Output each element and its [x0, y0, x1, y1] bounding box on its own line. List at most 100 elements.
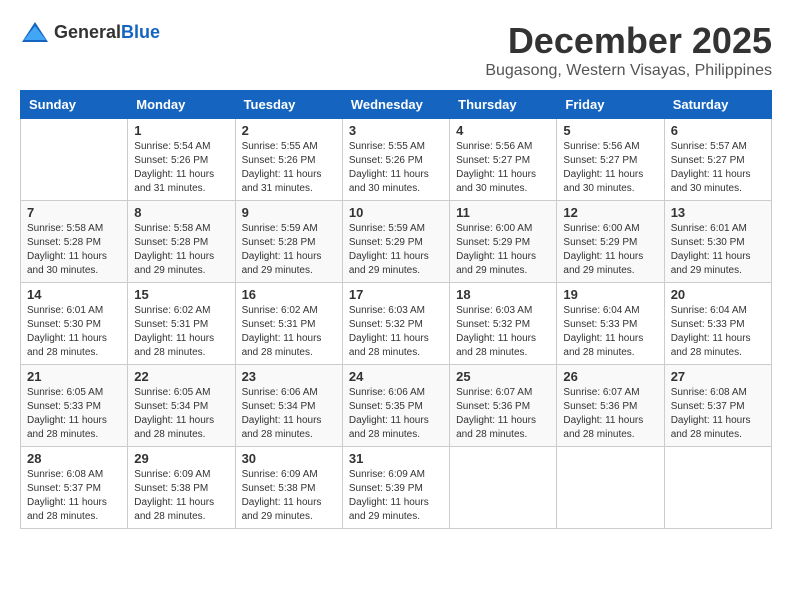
calendar-cell: 1Sunrise: 5:54 AM Sunset: 5:26 PM Daylig… [128, 119, 235, 201]
calendar-cell: 31 Sunrise: 6:09 AM Sunset: 5:39 PM Dayli… [342, 447, 449, 529]
day-info: Sunrise: 6:00 AM Sunset: 5:29 PM Dayligh… [563, 222, 657, 278]
calendar-header-row: SundayMondayTuesdayWednesdayThursdayFrid… [21, 91, 772, 119]
column-header-saturday: Saturday [664, 91, 771, 119]
calendar-cell: 17 Sunrise: 6:03 AM Sunset: 5:32 PM Dayli… [342, 283, 449, 365]
calendar-cell: 5Sunrise: 5:56 AM Sunset: 5:27 PM Daylig… [557, 119, 664, 201]
day-info: Sunrise: 6:01 AM Sunset: 5:30 PM Dayligh… [27, 304, 121, 360]
calendar-cell: 15 Sunrise: 6:02 AM Sunset: 5:31 PM Dayli… [128, 283, 235, 365]
logo-general: General [54, 22, 121, 43]
day-info: Sunrise: 6:02 AM Sunset: 5:31 PM Dayligh… [134, 304, 228, 360]
day-number: 8 [134, 205, 228, 220]
day-number: 9 [242, 205, 336, 220]
calendar-cell: 19Sunrise: 6:04 AM Sunset: 5:33 PM Dayli… [557, 283, 664, 365]
day-number: 12 [563, 205, 657, 220]
day-number: 23 [242, 369, 336, 384]
day-number: 27 [671, 369, 765, 384]
calendar-cell: 10 Sunrise: 5:59 AM Sunset: 5:29 PM Dayli… [342, 201, 449, 283]
calendar-cell: 18Sunrise: 6:03 AM Sunset: 5:32 PM Dayli… [450, 283, 557, 365]
calendar-cell: 16 Sunrise: 6:02 AM Sunset: 5:31 PM Dayli… [235, 283, 342, 365]
column-header-monday: Monday [128, 91, 235, 119]
calendar-cell: 4Sunrise: 5:56 AM Sunset: 5:27 PM Daylig… [450, 119, 557, 201]
day-info: Sunrise: 6:09 AM Sunset: 5:38 PM Dayligh… [242, 468, 336, 524]
day-info: Sunrise: 5:58 AM Sunset: 5:28 PM Dayligh… [27, 222, 121, 278]
day-info: Sunrise: 6:01 AM Sunset: 5:30 PM Dayligh… [671, 222, 765, 278]
day-info: Sunrise: 5:58 AM Sunset: 5:28 PM Dayligh… [134, 222, 228, 278]
day-info: Sunrise: 6:09 AM Sunset: 5:39 PM Dayligh… [349, 468, 443, 524]
column-header-sunday: Sunday [21, 91, 128, 119]
calendar-week-row: 14 Sunrise: 6:01 AM Sunset: 5:30 PM Dayli… [21, 283, 772, 365]
calendar-cell: 14 Sunrise: 6:01 AM Sunset: 5:30 PM Dayli… [21, 283, 128, 365]
day-info: Sunrise: 5:55 AM Sunset: 5:26 PM Dayligh… [242, 140, 336, 196]
day-info: Sunrise: 6:02 AM Sunset: 5:31 PM Dayligh… [242, 304, 336, 360]
day-number: 18 [456, 287, 550, 302]
calendar-cell: 30 Sunrise: 6:09 AM Sunset: 5:38 PM Dayli… [235, 447, 342, 529]
column-header-tuesday: Tuesday [235, 91, 342, 119]
day-number: 31 [349, 451, 443, 466]
day-info: Sunrise: 6:08 AM Sunset: 5:37 PM Dayligh… [27, 468, 121, 524]
day-number: 7 [27, 205, 121, 220]
day-number: 25 [456, 369, 550, 384]
day-info: Sunrise: 6:05 AM Sunset: 5:34 PM Dayligh… [134, 386, 228, 442]
day-number: 30 [242, 451, 336, 466]
calendar-cell: 3Sunrise: 5:55 AM Sunset: 5:26 PM Daylig… [342, 119, 449, 201]
logo-icon [20, 20, 50, 44]
calendar-cell: 21Sunrise: 6:05 AM Sunset: 5:33 PM Dayli… [21, 365, 128, 447]
day-number: 20 [671, 287, 765, 302]
day-info: Sunrise: 5:56 AM Sunset: 5:27 PM Dayligh… [563, 140, 657, 196]
calendar-cell [450, 447, 557, 529]
day-info: Sunrise: 6:08 AM Sunset: 5:37 PM Dayligh… [671, 386, 765, 442]
day-number: 13 [671, 205, 765, 220]
calendar-cell: 13 Sunrise: 6:01 AM Sunset: 5:30 PM Dayli… [664, 201, 771, 283]
month-title: December 2025 [485, 20, 772, 62]
day-number: 24 [349, 369, 443, 384]
day-number: 15 [134, 287, 228, 302]
calendar-week-row: 28 Sunrise: 6:08 AM Sunset: 5:37 PM Dayli… [21, 447, 772, 529]
day-info: Sunrise: 5:56 AM Sunset: 5:27 PM Dayligh… [456, 140, 550, 196]
logo-blue: Blue [121, 22, 160, 43]
calendar-cell: 8 Sunrise: 5:58 AM Sunset: 5:28 PM Daylig… [128, 201, 235, 283]
calendar-cell: 27 Sunrise: 6:08 AM Sunset: 5:37 PM Dayli… [664, 365, 771, 447]
day-info: Sunrise: 6:09 AM Sunset: 5:38 PM Dayligh… [134, 468, 228, 524]
calendar-cell: 25 Sunrise: 6:07 AM Sunset: 5:36 PM Dayli… [450, 365, 557, 447]
day-info: Sunrise: 6:06 AM Sunset: 5:34 PM Dayligh… [242, 386, 336, 442]
calendar-cell: 28 Sunrise: 6:08 AM Sunset: 5:37 PM Dayli… [21, 447, 128, 529]
calendar-cell: 29Sunrise: 6:09 AM Sunset: 5:38 PM Dayli… [128, 447, 235, 529]
day-number: 2 [242, 123, 336, 138]
calendar-cell: 2 Sunrise: 5:55 AM Sunset: 5:26 PM Daylig… [235, 119, 342, 201]
logo: General Blue [20, 20, 160, 44]
day-info: Sunrise: 5:59 AM Sunset: 5:29 PM Dayligh… [349, 222, 443, 278]
day-number: 21 [27, 369, 121, 384]
day-number: 6 [671, 123, 765, 138]
day-number: 11 [456, 205, 550, 220]
day-info: Sunrise: 6:03 AM Sunset: 5:32 PM Dayligh… [349, 304, 443, 360]
calendar-cell: 9 Sunrise: 5:59 AM Sunset: 5:28 PM Daylig… [235, 201, 342, 283]
calendar-cell: 23 Sunrise: 6:06 AM Sunset: 5:34 PM Dayli… [235, 365, 342, 447]
calendar-cell [21, 119, 128, 201]
day-number: 16 [242, 287, 336, 302]
day-number: 28 [27, 451, 121, 466]
day-info: Sunrise: 6:07 AM Sunset: 5:36 PM Dayligh… [563, 386, 657, 442]
calendar-cell: 11Sunrise: 6:00 AM Sunset: 5:29 PM Dayli… [450, 201, 557, 283]
day-info: Sunrise: 5:59 AM Sunset: 5:28 PM Dayligh… [242, 222, 336, 278]
location-subtitle: Bugasong, Western Visayas, Philippines [485, 62, 772, 80]
calendar-cell: 24Sunrise: 6:06 AM Sunset: 5:35 PM Dayli… [342, 365, 449, 447]
calendar-cell: 20Sunrise: 6:04 AM Sunset: 5:33 PM Dayli… [664, 283, 771, 365]
calendar-cell: 7 Sunrise: 5:58 AM Sunset: 5:28 PM Daylig… [21, 201, 128, 283]
calendar-cell: 6 Sunrise: 5:57 AM Sunset: 5:27 PM Daylig… [664, 119, 771, 201]
day-info: Sunrise: 6:07 AM Sunset: 5:36 PM Dayligh… [456, 386, 550, 442]
day-number: 17 [349, 287, 443, 302]
day-number: 26 [563, 369, 657, 384]
day-number: 14 [27, 287, 121, 302]
calendar-week-row: 21Sunrise: 6:05 AM Sunset: 5:33 PM Dayli… [21, 365, 772, 447]
column-header-friday: Friday [557, 91, 664, 119]
day-number: 19 [563, 287, 657, 302]
calendar-cell [664, 447, 771, 529]
column-header-wednesday: Wednesday [342, 91, 449, 119]
calendar-week-row: 1Sunrise: 5:54 AM Sunset: 5:26 PM Daylig… [21, 119, 772, 201]
day-number: 10 [349, 205, 443, 220]
calendar-cell: 26 Sunrise: 6:07 AM Sunset: 5:36 PM Dayli… [557, 365, 664, 447]
title-section: December 2025 Bugasong, Western Visayas,… [485, 20, 772, 80]
day-info: Sunrise: 5:57 AM Sunset: 5:27 PM Dayligh… [671, 140, 765, 196]
day-number: 1 [134, 123, 228, 138]
calendar-table: SundayMondayTuesdayWednesdayThursdayFrid… [20, 90, 772, 529]
